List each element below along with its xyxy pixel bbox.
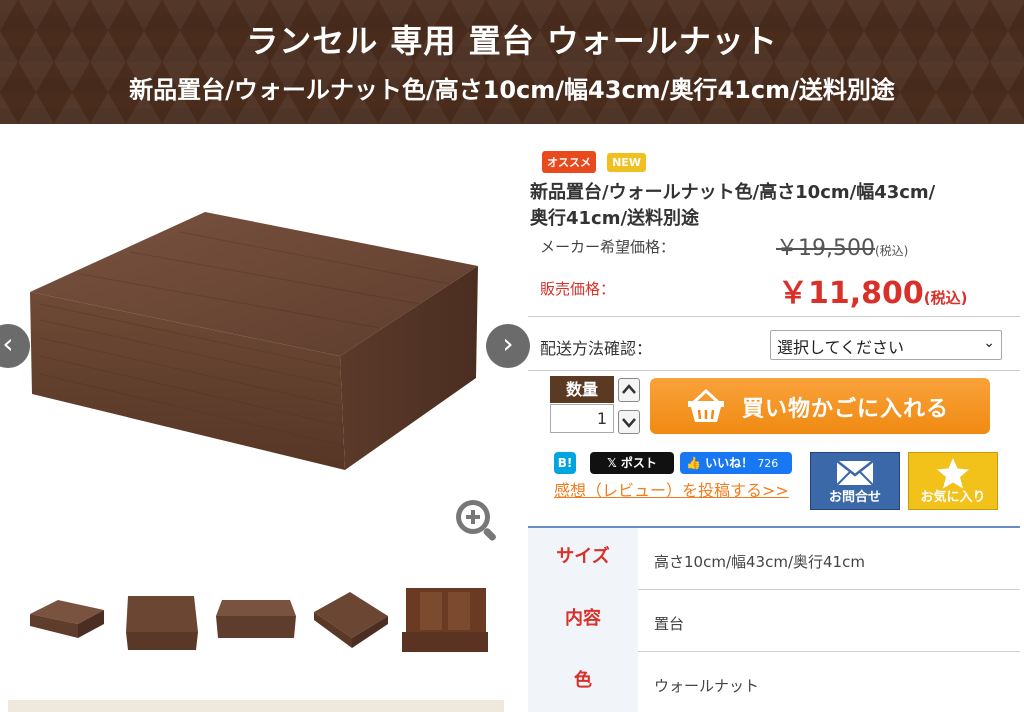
thumbnail-5[interactable] [402,588,488,658]
chevron-up-icon [622,384,636,394]
shipping-selected-value: 選択してください [777,338,905,357]
sale-price: ￥11,800(税込) [778,268,968,312]
spec-label-contents: 内容 [528,590,638,652]
thumbnail-2[interactable] [122,588,202,658]
post-review-link[interactable]: 感想（レビュー）を投稿する>> [554,477,789,501]
thumbnail-1[interactable] [26,588,108,658]
badge-group: オススメ NEW [542,151,652,173]
product-title-line2: 奥行41cm/送料別途 [530,208,700,229]
quantity-decrease-button[interactable] [618,410,640,434]
list-price-tax: (税込) [874,244,909,258]
page-header: ランセル 専用 置台 ウォールナット 新品置台/ウォールナット色/高さ10cm/… [0,0,1024,124]
product-title: 新品置台/ウォールナット色/高さ10cm/幅43cm/ 奥行41cm/送料別途 [530,180,1020,232]
list-price: ￥19,500(税込) [776,230,908,262]
list-price-label: メーカー希望価格： [540,238,676,256]
hatena-bookmark-button[interactable]: B! [554,452,576,474]
spec-label-color: 色 [528,652,638,712]
quantity-increase-button[interactable] [618,378,640,402]
divider [528,316,1020,317]
facebook-like-count: 726 [757,457,779,470]
quantity-input[interactable]: 1 [550,404,614,433]
sale-price-label: 販売価格： [540,280,616,298]
quantity-label: 数量 [550,376,614,403]
sale-price-value: ￥11,800 [778,276,924,311]
chevron-down-icon: ⌄ [983,335,995,351]
add-to-cart-button[interactable]: 買い物かごに入れる [650,378,990,434]
gallery-next-button[interactable]: › [486,324,530,368]
spec-row-contents: 内容 置台 [528,590,1020,652]
content-strip [8,700,504,712]
list-price-value: ￥19,500 [776,236,875,261]
page-title: ランセル 専用 置台 ウォールナット [246,22,778,60]
spec-row-color: 色 ウォールナット [528,652,1020,712]
thumbnail-strip [0,588,500,660]
chevron-down-icon [622,418,636,428]
recommended-badge: オススメ [542,151,596,173]
add-to-cart-label: 買い物かごに入れる [742,397,950,422]
main-product-image[interactable]: ‹ › [0,124,530,574]
contact-button[interactable]: お問合せ [810,452,900,510]
page-subtitle: 新品置台/ウォールナット色/高さ10cm/幅43cm/奥行41cm/送料別途 [129,76,895,104]
facebook-like-label: 👍 いいね！ [686,456,754,470]
zoom-in-icon[interactable] [452,496,500,544]
contact-label: お問合せ [828,490,881,505]
spec-row-size: サイズ 高さ10cm/幅43cm/奥行41cm [528,528,1020,590]
thumbnail-3[interactable] [212,588,300,658]
favorite-label: お気に入り [920,490,986,505]
mail-icon [836,460,874,486]
shipping-method-select[interactable]: 選択してください ⌄ [770,330,1002,360]
quantity-control: 数量 1 [550,376,614,434]
facebook-like-button[interactable]: 👍 いいね！ 726 [680,452,792,474]
star-icon [937,458,969,489]
product-info: オススメ NEW 新品置台/ウォールナット色/高さ10cm/幅43cm/ 奥行4… [528,124,1024,712]
x-post-button[interactable]: 𝕏 ポスト [590,452,674,474]
spec-value-contents: 置台 [654,615,685,633]
spec-label-size: サイズ [528,528,638,590]
spec-value-color: ウォールナット [654,677,760,695]
sale-price-tax: (税込) [923,289,968,307]
thumbnail-4[interactable] [310,588,392,658]
basket-icon [688,388,724,422]
spec-value-size: 高さ10cm/幅43cm/奥行41cm [654,553,865,571]
divider [528,370,1020,371]
new-badge: NEW [607,153,646,172]
favorite-button[interactable]: お気に入り [908,452,998,510]
spec-table: サイズ 高さ10cm/幅43cm/奥行41cm 内容 置台 色 ウォールナット [528,526,1020,712]
product-title-line1: 新品置台/ウォールナット色/高さ10cm/幅43cm/ [530,182,936,203]
shipping-label: 配送方法確認： [540,339,653,358]
walnut-stand-image [30,212,478,470]
